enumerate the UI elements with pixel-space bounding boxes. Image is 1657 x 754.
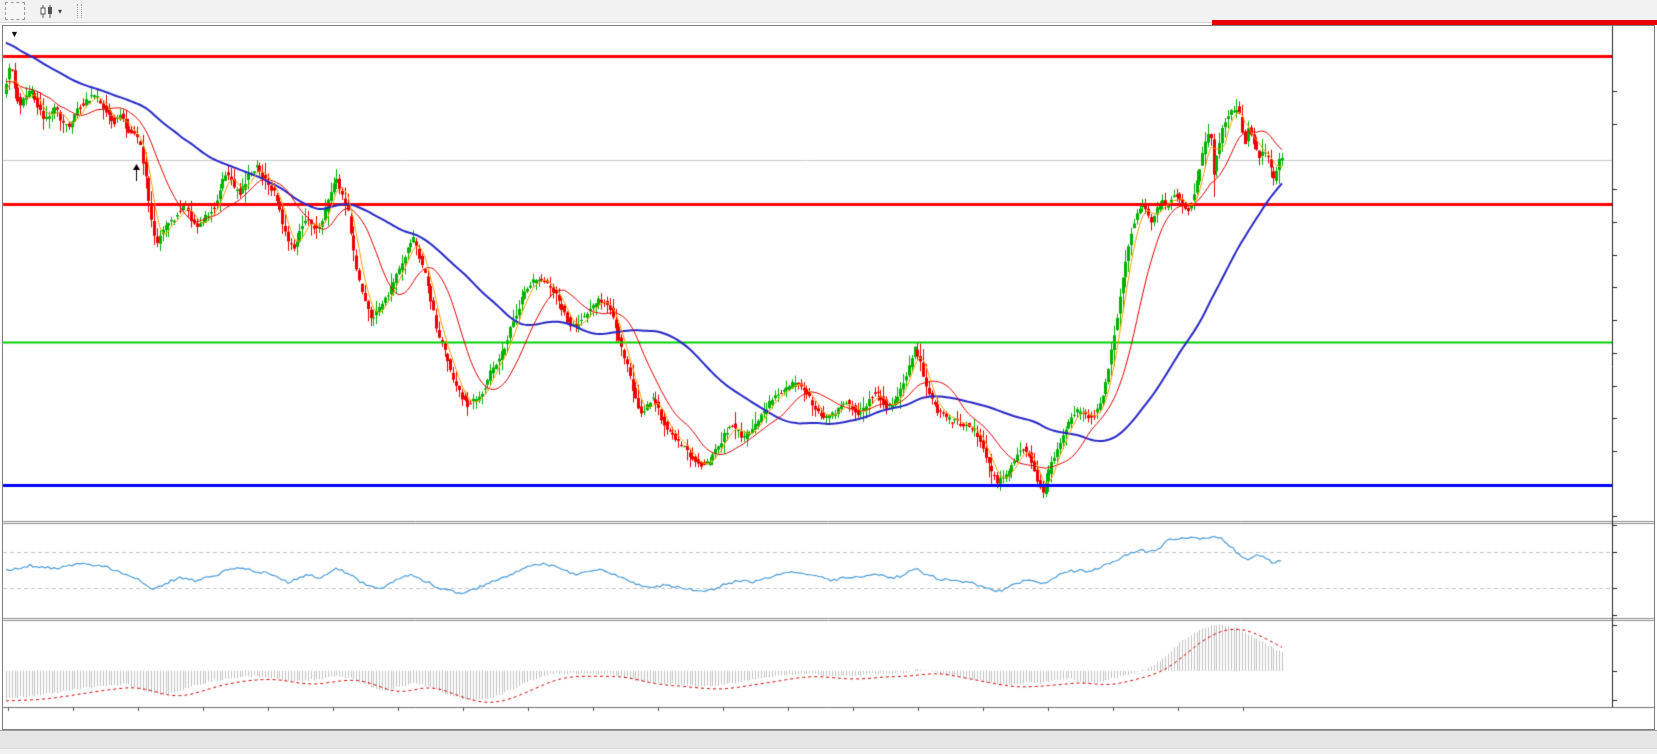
insert-text-tool-button[interactable]: [5, 2, 25, 20]
chart-tab-bar: [0, 730, 1657, 748]
toolbar-grip: [77, 4, 82, 18]
mt4-application: ▾ ▼: [0, 0, 1657, 754]
chevron-down-icon: ▾: [58, 7, 62, 16]
chart-type-button[interactable]: ▾: [35, 3, 66, 20]
chart-title: ▼: [10, 29, 31, 39]
collapse-triangle-icon[interactable]: ▼: [10, 29, 19, 39]
candlestick-chart-icon: [39, 5, 55, 18]
chart-canvas[interactable]: [2, 25, 1655, 730]
status-strip: [0, 748, 1657, 754]
